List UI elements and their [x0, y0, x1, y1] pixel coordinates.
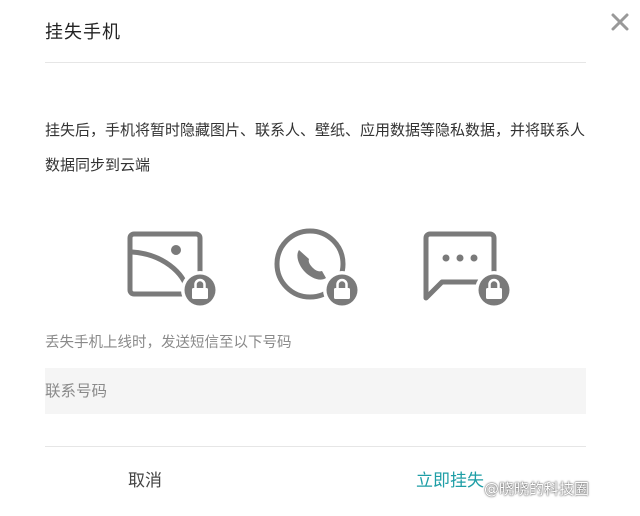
lost-phone-dialog: 挂失手机 挂失后，手机将暂时隐藏图片、联系人、壁纸、应用数据等隐私数据，并将联系… — [0, 0, 640, 516]
footer-divider — [45, 446, 586, 447]
cancel-button[interactable]: 取消 — [128, 466, 162, 491]
header-divider — [45, 62, 586, 63]
report-lost-button[interactable]: 立即挂失 — [416, 466, 484, 491]
close-icon[interactable] — [608, 10, 632, 34]
sms-hint-label: 丢失手机上线时，发送短信至以下号码 — [45, 335, 292, 351]
image-lock-icon — [127, 231, 219, 309]
contact-number-input[interactable] — [45, 368, 586, 414]
dialog-title: 挂失手机 — [45, 22, 121, 43]
dialog-description: 挂失后，手机将暂时隐藏图片、联系人、壁纸、应用数据等隐私数据，并将联系人数据同步… — [45, 121, 586, 174]
message-lock-icon — [423, 231, 513, 309]
phone-lock-icon — [274, 228, 361, 309]
watermark: @晓晓的科技圈 — [484, 480, 590, 498]
